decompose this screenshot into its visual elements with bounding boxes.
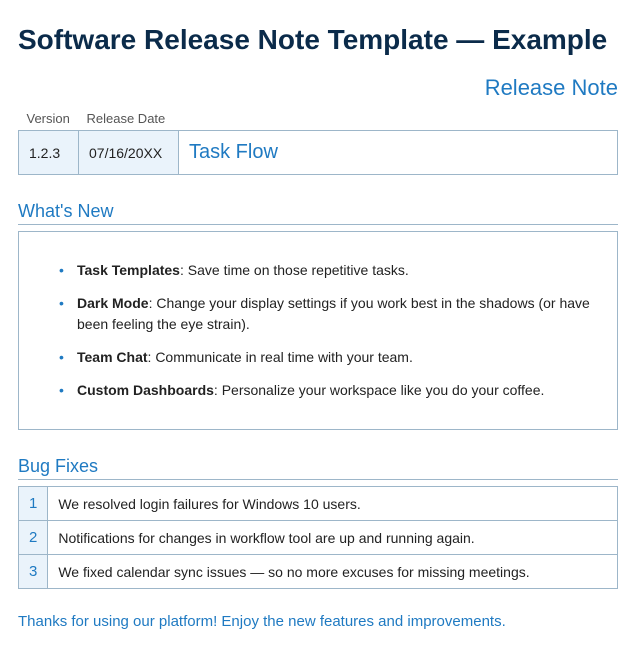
meta-header-release-date: Release Date	[79, 107, 179, 131]
list-item: Custom Dashboards: Personalize your work…	[59, 380, 595, 401]
bugfix-number: 2	[19, 521, 48, 555]
meta-release-date: 07/16/20XX	[79, 131, 179, 175]
feature-name: Dark Mode	[77, 295, 149, 311]
feature-name: Team Chat	[77, 349, 148, 365]
bugfix-number: 3	[19, 555, 48, 589]
feature-name: Custom Dashboards	[77, 382, 214, 398]
meta-product: Task Flow	[179, 131, 618, 175]
bugfix-number: 1	[19, 487, 48, 521]
whats-new-list: Task Templates: Save time on those repet…	[41, 260, 595, 401]
whats-new-heading: What's New	[18, 201, 618, 225]
bugfix-text: We fixed calendar sync issues — so no mo…	[48, 555, 618, 589]
list-item: Task Templates: Save time on those repet…	[59, 260, 595, 281]
feature-name: Task Templates	[77, 262, 180, 278]
feature-desc: : Communicate in real time with your tea…	[148, 349, 413, 365]
bug-fixes-heading: Bug Fixes	[18, 456, 618, 480]
feature-desc: : Personalize your workspace like you do…	[214, 382, 544, 398]
table-row: 2 Notifications for changes in workflow …	[19, 521, 618, 555]
meta-version: 1.2.3	[19, 131, 79, 175]
whats-new-box: Task Templates: Save time on those repet…	[18, 231, 618, 430]
table-row: 1 We resolved login failures for Windows…	[19, 487, 618, 521]
bug-fixes-table: 1 We resolved login failures for Windows…	[18, 486, 618, 589]
table-row: 3 We fixed calendar sync issues — so no …	[19, 555, 618, 589]
feature-desc: : Save time on those repetitive tasks.	[180, 262, 409, 278]
bugfix-text: Notifications for changes in workflow to…	[48, 521, 618, 555]
page-title: Software Release Note Template — Example	[18, 22, 618, 57]
meta-header-version: Version	[19, 107, 79, 131]
list-item: Team Chat: Communicate in real time with…	[59, 347, 595, 368]
release-note-subtitle: Release Note	[18, 75, 618, 101]
closing-message: Thanks for using our platform! Enjoy the…	[18, 613, 618, 630]
list-item: Dark Mode: Change your display settings …	[59, 293, 595, 335]
meta-table: Version Release Date 1.2.3 07/16/20XX Ta…	[18, 107, 618, 175]
feature-desc: : Change your display settings if you wo…	[77, 295, 590, 332]
bugfix-text: We resolved login failures for Windows 1…	[48, 487, 618, 521]
